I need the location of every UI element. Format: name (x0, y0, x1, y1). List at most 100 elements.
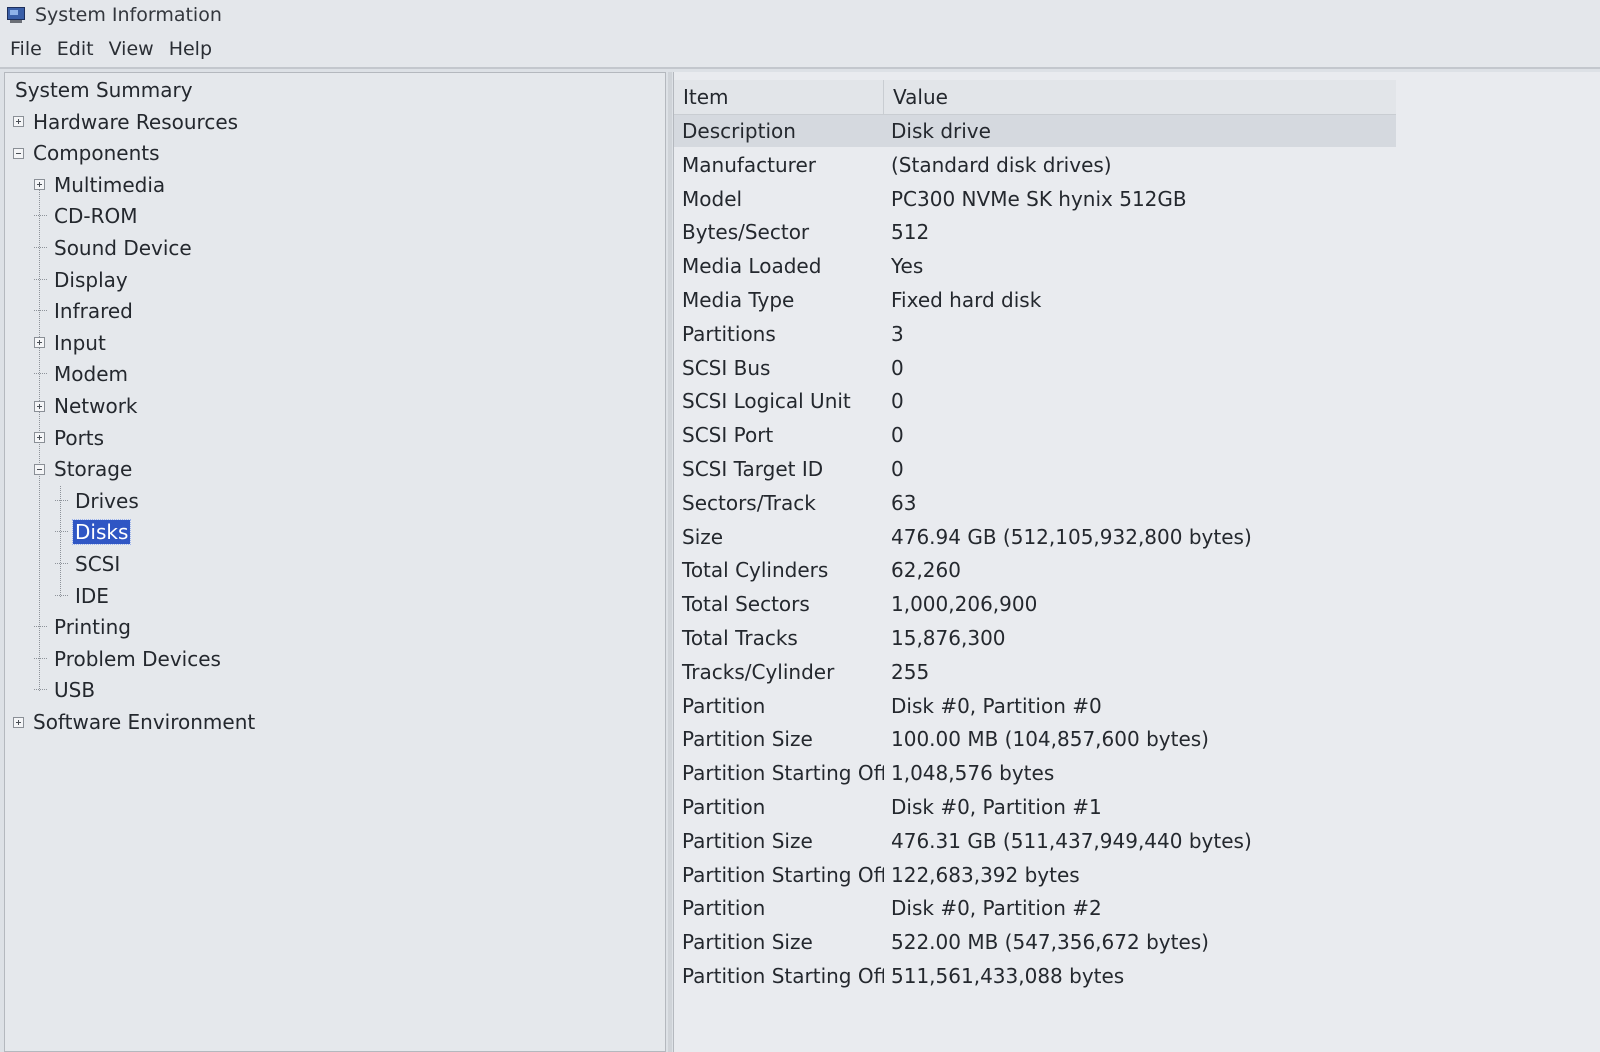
collapse-icon[interactable] (34, 463, 45, 475)
row-item-name: Total Sectors (682, 592, 810, 617)
tree-item-label: Software Environment (33, 710, 256, 734)
row-item-name: Partition Starting Off... (682, 964, 884, 988)
tree-item-ports[interactable]: Ports (34, 423, 106, 453)
column-header-value[interactable]: Value (884, 80, 1394, 114)
table-row[interactable]: Partition Size 522.00 MB (547,356,672 byt… (674, 926, 1396, 958)
table-row[interactable]: SCSI Target ID 0 (674, 453, 1396, 485)
expand-icon[interactable] (34, 400, 45, 412)
menu-file[interactable]: File (10, 38, 42, 60)
table-row[interactable]: Bytes/Sector 512 (674, 216, 1396, 248)
tree-branch-connector (34, 373, 47, 375)
tree-item-ide[interactable]: IDE (55, 581, 111, 611)
table-row[interactable]: Partition Starting Off... 511,561,433,088… (674, 960, 1396, 992)
tree-branch-connector (34, 657, 47, 660)
tree-item-sound-device[interactable]: Sound Device (34, 233, 194, 263)
pane-splitter[interactable] (668, 72, 672, 1052)
row-item-value: 15,876,300 (891, 626, 1006, 650)
table-row[interactable]: Total Sectors 1,000,206,900 (674, 588, 1396, 620)
tree-item-label: Printing (54, 615, 131, 640)
expand-icon[interactable] (13, 716, 24, 728)
row-item-value: 122,683,392 bytes (891, 862, 1080, 887)
category-tree[interactable]: System Summary Hardware Resources Componen… (4, 72, 666, 1052)
tree-item-hardware-resources[interactable]: Hardware Resources (13, 107, 240, 137)
row-item-value: 522.00 MB (547,356,672 bytes) (891, 930, 1209, 955)
tree-item-label: Multimedia (54, 172, 166, 197)
row-item-value: Disk #0, Partition #0 (891, 693, 1102, 718)
tree-item-label: Network (54, 394, 138, 418)
table-row[interactable]: Partition Disk #0, Partition #0 (674, 690, 1396, 722)
row-item-value: 63 (891, 490, 917, 515)
row-item-value: 0 (891, 389, 904, 414)
table-row[interactable]: Tracks/Cylinder 255 (674, 656, 1396, 688)
row-item-name: Partition Starting Off... (682, 862, 884, 887)
table-row[interactable]: Media Type Fixed hard disk (674, 284, 1396, 316)
row-item-value: 255 (891, 659, 930, 684)
tree-item-label: Infrared (54, 299, 133, 324)
tree-item-label: Drives (75, 488, 139, 513)
row-item-value: Yes (891, 254, 924, 279)
expand-icon[interactable] (34, 432, 45, 444)
menu-help[interactable]: Help (169, 38, 212, 60)
table-row[interactable]: SCSI Logical Unit 0 (674, 385, 1396, 417)
tree-item-drives[interactable]: Drives (55, 486, 141, 516)
tree-item-label: USB (54, 678, 96, 703)
tree-item-problem-devices[interactable]: Problem Devices (34, 644, 223, 674)
tree-item-label: Input (54, 330, 106, 355)
tree-item-label: CD-ROM (54, 204, 138, 229)
tree-item-label: SCSI (75, 552, 121, 576)
table-row[interactable]: Model PC300 NVMe SK hynix 512GB (674, 183, 1396, 215)
table-row[interactable]: Sectors/Track 63 (674, 487, 1396, 519)
tree-item-infrared[interactable]: Infrared (34, 296, 135, 326)
tree-item-label: Display (54, 267, 128, 292)
table-row[interactable]: Total Cylinders 62,260 (674, 554, 1396, 586)
tree-item-components[interactable]: Components (13, 138, 162, 168)
table-row[interactable]: Total Tracks 15,876,300 (674, 622, 1396, 654)
collapse-icon[interactable] (13, 147, 24, 159)
row-item-name: SCSI Port (682, 423, 774, 448)
tree-item-printing[interactable]: Printing (34, 612, 133, 642)
tree-item-scsi[interactable]: SCSI (55, 549, 122, 579)
table-row[interactable]: Partitions 3 (674, 318, 1396, 350)
row-item-value: 3 (891, 321, 904, 346)
menu-view[interactable]: View (109, 38, 154, 60)
tree-branch-connector (34, 215, 47, 217)
table-row[interactable]: Manufacturer (Standard disk drives) (674, 149, 1396, 181)
tree-item-multimedia[interactable]: Multimedia (34, 170, 167, 200)
row-item-value: PC300 NVMe SK hynix 512GB (891, 186, 1187, 211)
table-row[interactable]: Partition Size 476.31 GB (511,437,949,440… (674, 825, 1396, 857)
row-item-name: Total Tracks (682, 626, 798, 650)
table-row[interactable]: Partition Disk #0, Partition #1 (674, 791, 1396, 823)
menu-edit[interactable]: Edit (57, 38, 94, 60)
tree-item-network[interactable]: Network (34, 391, 140, 421)
table-row[interactable]: Description Disk drive (674, 115, 1396, 147)
table-row[interactable]: SCSI Bus 0 (674, 352, 1396, 384)
tree-item-display[interactable]: Display (34, 265, 130, 295)
tree-item-usb[interactable]: USB (34, 675, 97, 705)
table-row[interactable]: SCSI Port 0 (674, 419, 1396, 451)
table-row[interactable]: Size 476.94 GB (512,105,932,800 bytes) (674, 521, 1396, 553)
table-row[interactable]: Partition Size 100.00 MB (104,857,600 byt… (674, 723, 1396, 755)
menu-separator (0, 67, 1600, 69)
tree-item-label: Sound Device (54, 236, 192, 260)
expand-icon[interactable] (34, 179, 45, 191)
expand-icon[interactable] (34, 337, 45, 349)
row-item-name: Partition Size (682, 727, 813, 752)
tree-item-cd-rom[interactable]: CD-ROM (34, 201, 139, 231)
expand-icon[interactable] (13, 116, 24, 128)
column-header-item[interactable]: Item (674, 80, 884, 114)
row-item-name: Media Loaded (682, 254, 822, 279)
window-title: System Information (35, 4, 222, 26)
tree-item-modem[interactable]: Modem (34, 359, 130, 389)
tree-item-label: Modem (54, 362, 128, 387)
table-row[interactable]: Media Loaded Yes (674, 250, 1396, 282)
details-list[interactable]: Item Value Description Disk drive Manufact… (673, 72, 1600, 1052)
tree-item-system-summary[interactable]: System Summary (13, 75, 195, 105)
table-row[interactable]: Partition Starting Off... 122,683,392 byt… (674, 859, 1396, 891)
tree-item-disks[interactable]: Disks (55, 517, 132, 547)
tree-item-storage[interactable]: Storage (34, 454, 134, 484)
table-row[interactable]: Partition Disk #0, Partition #2 (674, 892, 1396, 924)
row-item-name: Description (682, 119, 796, 143)
tree-item-input[interactable]: Input (34, 328, 108, 358)
table-row[interactable]: Partition Starting Off... 1,048,576 bytes (674, 757, 1396, 789)
tree-item-software-environment[interactable]: Software Environment (13, 707, 257, 737)
